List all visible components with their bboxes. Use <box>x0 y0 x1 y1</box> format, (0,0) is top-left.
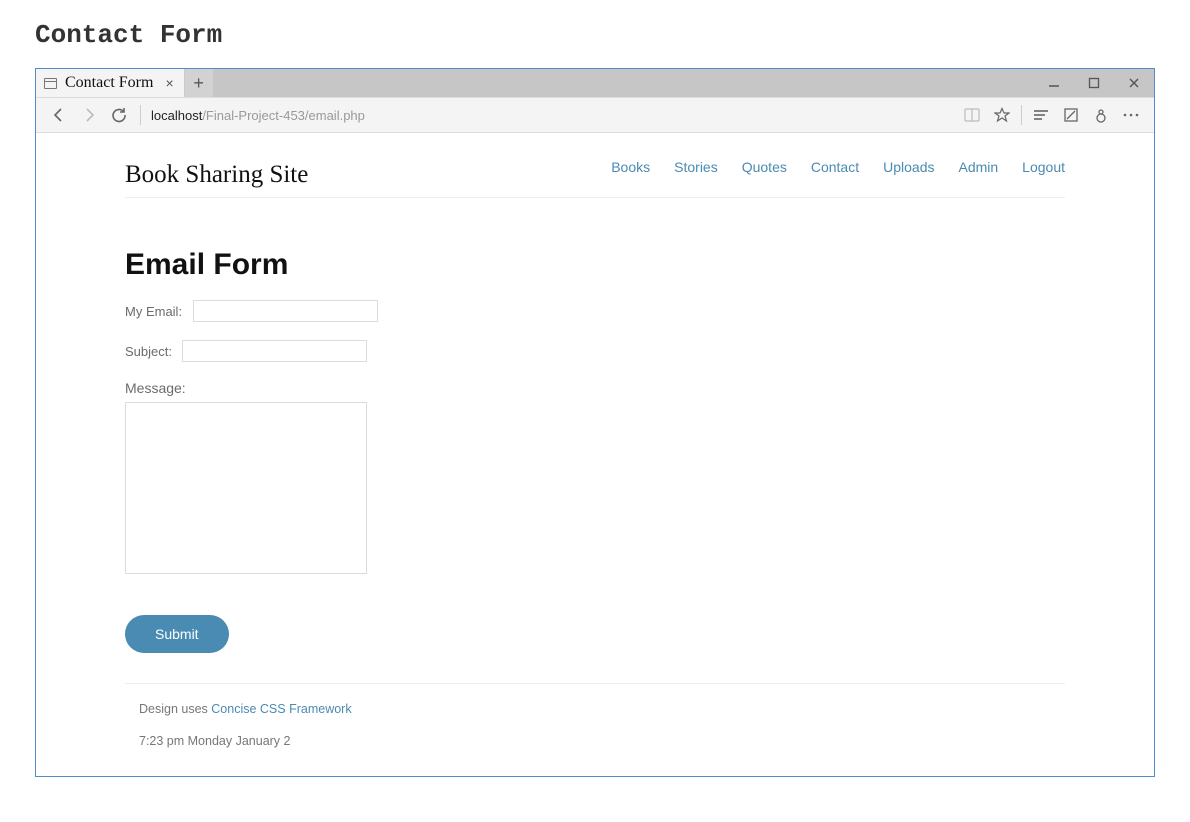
window-minimize-button[interactable] <box>1034 69 1074 97</box>
site-title: Book Sharing Site <box>125 153 308 189</box>
email-input[interactable] <box>193 300 378 322</box>
page-viewport: Book Sharing Site Books Stories Quotes C… <box>36 133 1154 776</box>
tab-title: Contact Form <box>65 74 153 92</box>
nav-logout[interactable]: Logout <box>1022 159 1065 175</box>
favorites-icon[interactable] <box>987 107 1017 123</box>
nav-quotes[interactable]: Quotes <box>742 159 787 175</box>
site-header: Book Sharing Site Books Stories Quotes C… <box>125 133 1065 198</box>
footer-prefix: Design uses <box>139 702 211 716</box>
outer-title: Contact Form <box>35 20 1190 50</box>
footer-framework-link[interactable]: Concise CSS Framework <box>211 702 351 716</box>
notes-icon[interactable] <box>1056 107 1086 123</box>
nav-uploads[interactable]: Uploads <box>883 159 934 175</box>
forward-button[interactable] <box>74 107 104 123</box>
reading-view-icon[interactable] <box>957 108 987 122</box>
footer-timestamp: 7:23 pm Monday January 2 <box>139 734 1065 748</box>
separator <box>1021 105 1022 125</box>
refresh-button[interactable] <box>104 107 134 123</box>
url-host: localhost <box>151 108 202 123</box>
url-path: /Final-Project-453/email.php <box>202 108 365 123</box>
subject-input[interactable] <box>182 340 367 362</box>
message-input[interactable] <box>125 402 367 574</box>
form-heading: Email Form <box>125 248 1065 282</box>
nav-books[interactable]: Books <box>611 159 650 175</box>
separator <box>140 105 141 125</box>
email-label: My Email: <box>125 304 182 319</box>
site-footer: Design uses Concise CSS Framework 7:23 p… <box>125 683 1065 776</box>
browser-window: Contact Form × + localhost/Final-Project… <box>35 68 1155 777</box>
subject-label: Subject: <box>125 344 172 359</box>
nav-stories[interactable]: Stories <box>674 159 718 175</box>
nav-contact[interactable]: Contact <box>811 159 859 175</box>
url-field[interactable]: localhost/Final-Project-453/email.php <box>147 108 365 123</box>
nav-admin[interactable]: Admin <box>958 159 998 175</box>
hub-icon[interactable] <box>1026 109 1056 121</box>
tab-close-icon[interactable]: × <box>165 75 173 91</box>
site-nav: Books Stories Quotes Contact Uploads Adm… <box>611 153 1065 175</box>
browser-tab[interactable]: Contact Form × <box>36 69 185 97</box>
browser-address-bar: localhost/Final-Project-453/email.php <box>36 97 1154 133</box>
new-tab-button[interactable]: + <box>185 69 213 97</box>
more-icon[interactable] <box>1116 113 1146 117</box>
browser-titlebar: Contact Form × + <box>36 69 1154 97</box>
message-label: Message: <box>125 380 1065 396</box>
back-button[interactable] <box>44 107 74 123</box>
footer-credit: Design uses Concise CSS Framework <box>139 702 1065 716</box>
window-maximize-button[interactable] <box>1074 69 1114 97</box>
page-icon <box>44 78 57 89</box>
window-close-button[interactable] <box>1114 69 1154 97</box>
main-content: Email Form My Email: Subject: Message: S… <box>125 198 1065 683</box>
share-icon[interactable] <box>1086 107 1116 123</box>
submit-button[interactable]: Submit <box>125 615 229 653</box>
